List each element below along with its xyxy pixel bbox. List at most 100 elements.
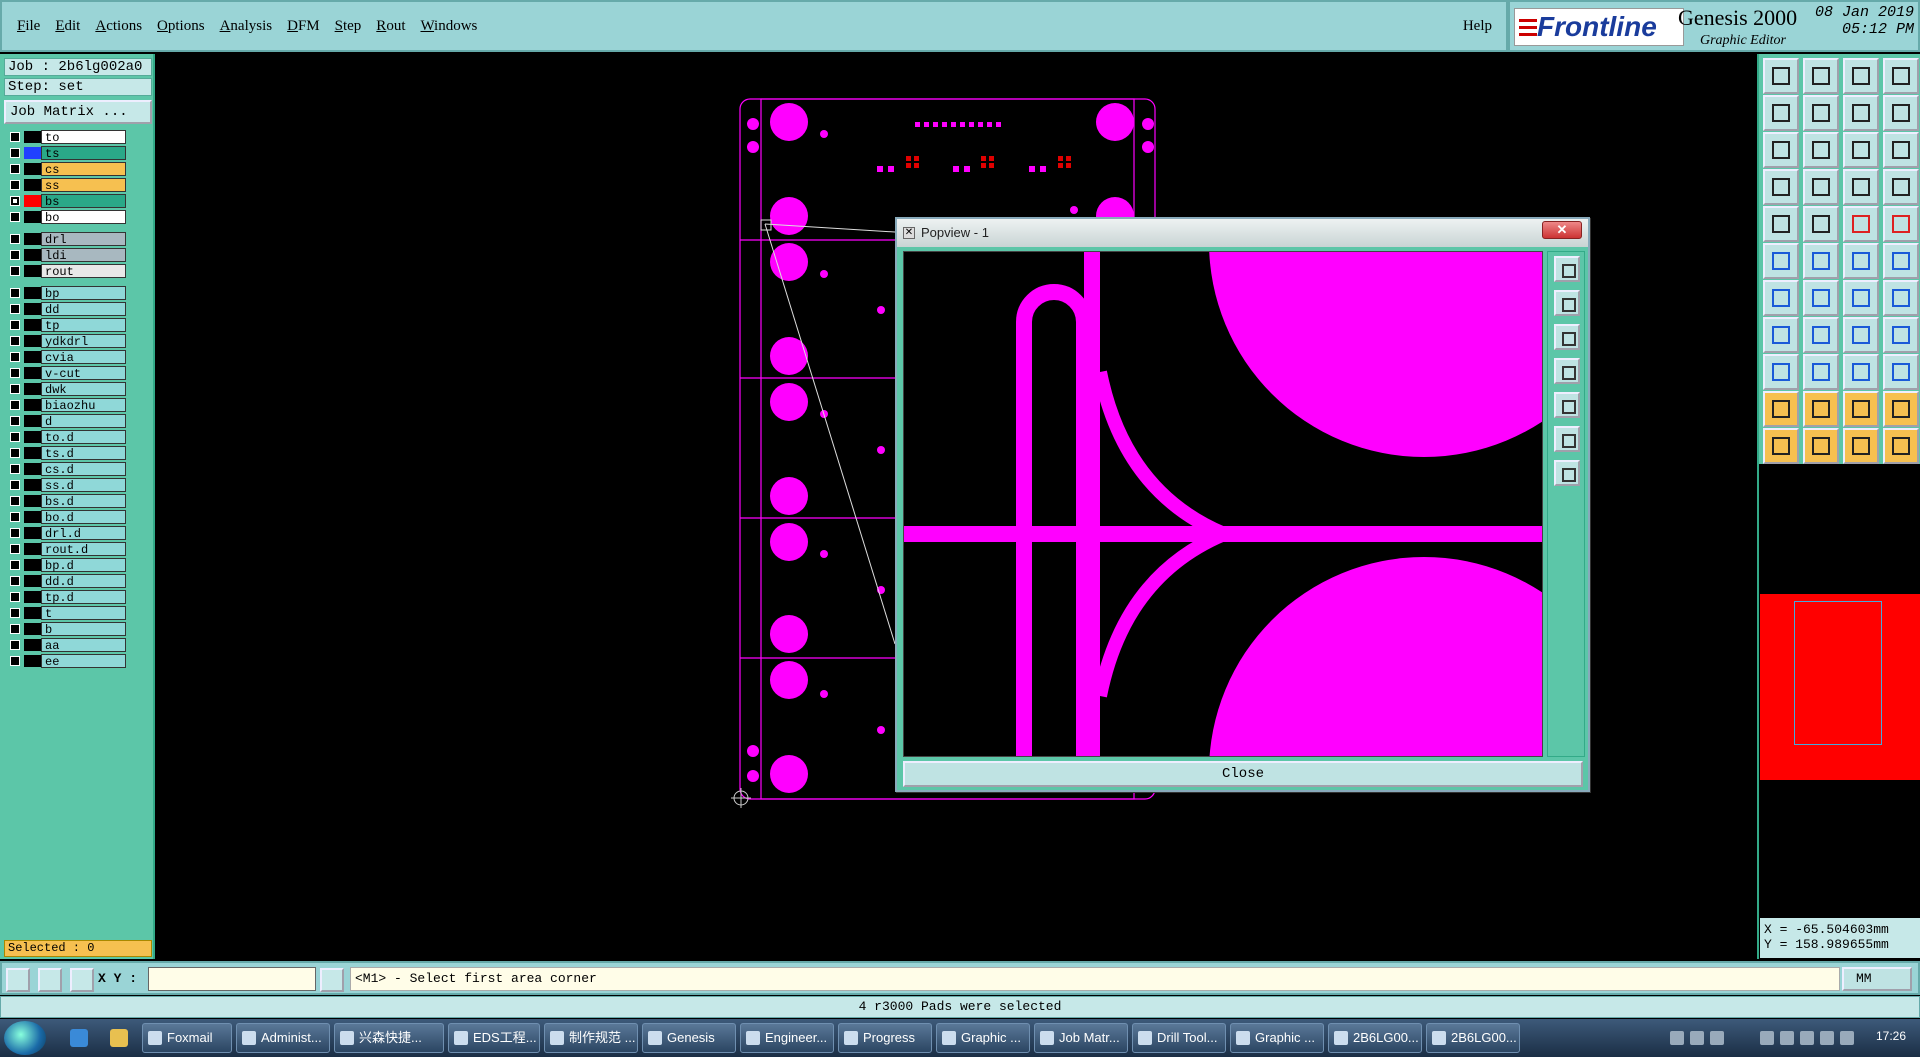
layer-row-bo[interactable]: bo bbox=[4, 210, 128, 225]
layer-row-drl[interactable]: drl bbox=[4, 232, 128, 247]
layer-checkbox[interactable] bbox=[10, 250, 20, 260]
tool-button[interactable] bbox=[1883, 243, 1919, 279]
tray-icon[interactable] bbox=[1820, 1031, 1834, 1045]
layer-name[interactable]: ydkdrl bbox=[41, 334, 126, 349]
measure-icon[interactable] bbox=[38, 968, 62, 992]
taskbar-item[interactable]: 制作规范 ... bbox=[544, 1023, 638, 1053]
layer-name[interactable]: t bbox=[41, 606, 126, 621]
layer-name[interactable]: biaozhu bbox=[41, 398, 126, 413]
layer-color-swatch[interactable] bbox=[24, 591, 41, 603]
layer-row-d[interactable]: d bbox=[4, 414, 128, 429]
menu-options[interactable]: Options bbox=[157, 18, 205, 35]
tool-button[interactable] bbox=[1883, 280, 1919, 316]
layer-row-to-d[interactable]: to.d bbox=[4, 430, 128, 445]
taskbar-item[interactable]: Genesis bbox=[642, 1023, 736, 1053]
close-icon[interactable]: ✕ bbox=[1542, 221, 1582, 239]
layer-color-swatch[interactable] bbox=[24, 431, 41, 443]
layer-row-ydkdrl[interactable]: ydkdrl bbox=[4, 334, 128, 349]
layer-color-swatch[interactable] bbox=[24, 655, 41, 667]
popview-canvas[interactable] bbox=[903, 251, 1543, 757]
tool-button[interactable] bbox=[1883, 132, 1919, 168]
layer-name[interactable]: ldi bbox=[41, 248, 126, 263]
layer-name[interactable]: ss bbox=[41, 178, 126, 193]
layer-name[interactable]: cs.d bbox=[41, 462, 126, 477]
layer-checkbox[interactable] bbox=[10, 304, 20, 314]
layer-color-swatch[interactable] bbox=[24, 303, 41, 315]
layer-color-swatch[interactable] bbox=[24, 265, 41, 277]
taskbar-item[interactable]: 2B6LG00... bbox=[1328, 1023, 1422, 1053]
layer-checkbox[interactable] bbox=[10, 320, 20, 330]
tool-button[interactable] bbox=[1803, 243, 1839, 279]
layer-name[interactable]: dd bbox=[41, 302, 126, 317]
popview-tool-button[interactable] bbox=[1554, 426, 1580, 452]
tool-button[interactable] bbox=[1883, 206, 1919, 242]
layer-checkbox[interactable] bbox=[10, 212, 20, 222]
layer-color-swatch[interactable] bbox=[24, 195, 41, 207]
layer-checkbox[interactable] bbox=[10, 288, 20, 298]
layer-color-swatch[interactable] bbox=[24, 607, 41, 619]
tool-button[interactable] bbox=[1763, 428, 1799, 464]
layer-name[interactable]: bp.d bbox=[41, 558, 126, 573]
layer-checkbox[interactable] bbox=[10, 164, 20, 174]
layer-color-swatch[interactable] bbox=[24, 233, 41, 245]
layer-row-ldi[interactable]: ldi bbox=[4, 248, 128, 263]
layer-name[interactable]: bs bbox=[41, 194, 126, 209]
xy-input[interactable] bbox=[148, 967, 316, 991]
layer-row-bs[interactable]: bs bbox=[4, 194, 128, 209]
tool-button[interactable] bbox=[1763, 95, 1799, 131]
tool-button[interactable] bbox=[1843, 428, 1879, 464]
menu-help[interactable]: Help bbox=[1463, 18, 1492, 35]
layer-color-swatch[interactable] bbox=[24, 163, 41, 175]
layer-name[interactable]: tp bbox=[41, 318, 126, 333]
layer-color-swatch[interactable] bbox=[24, 249, 41, 261]
layer-name[interactable]: bo.d bbox=[41, 510, 126, 525]
tray-icon[interactable] bbox=[1690, 1031, 1704, 1045]
tool-button[interactable] bbox=[1763, 391, 1799, 427]
tool-button[interactable] bbox=[1883, 354, 1919, 390]
layer-name[interactable]: tp.d bbox=[41, 590, 126, 605]
tool-button[interactable] bbox=[1763, 132, 1799, 168]
layer-name[interactable]: cvia bbox=[41, 350, 126, 365]
layer-checkbox[interactable] bbox=[10, 148, 20, 158]
layer-name[interactable]: aa bbox=[41, 638, 126, 653]
volume-icon[interactable] bbox=[1840, 1031, 1854, 1045]
tool-button[interactable] bbox=[1843, 206, 1879, 242]
tool-button[interactable] bbox=[1883, 95, 1919, 131]
taskbar-item[interactable]: Foxmail bbox=[142, 1023, 232, 1053]
taskbar-item[interactable]: 兴森快捷... bbox=[334, 1023, 444, 1053]
layer-checkbox[interactable] bbox=[10, 432, 20, 442]
layer-checkbox[interactable] bbox=[10, 266, 20, 276]
tool-button[interactable] bbox=[1883, 317, 1919, 353]
tool-button[interactable] bbox=[1843, 317, 1879, 353]
taskbar-item[interactable]: EDS工程... bbox=[448, 1023, 540, 1053]
layer-checkbox[interactable] bbox=[10, 512, 20, 522]
layer-row-ts-d[interactable]: ts.d bbox=[4, 446, 128, 461]
tool-button[interactable] bbox=[1803, 428, 1839, 464]
taskbar-item[interactable]: Job Matr... bbox=[1034, 1023, 1128, 1053]
layer-name[interactable]: d bbox=[41, 414, 126, 429]
ie-icon[interactable] bbox=[70, 1029, 88, 1047]
layer-color-swatch[interactable] bbox=[24, 463, 41, 475]
job-matrix-button[interactable]: Job Matrix ... bbox=[4, 100, 152, 124]
layer-color-swatch[interactable] bbox=[24, 131, 41, 143]
layer-row-rout-d[interactable]: rout.d bbox=[4, 542, 128, 557]
layer-name[interactable]: bo bbox=[41, 210, 126, 225]
layer-color-swatch[interactable] bbox=[24, 415, 41, 427]
layer-row-aa[interactable]: aa bbox=[4, 638, 128, 653]
layer-checkbox[interactable] bbox=[10, 656, 20, 666]
layer-color-swatch[interactable] bbox=[24, 179, 41, 191]
layer-checkbox[interactable] bbox=[10, 464, 20, 474]
tool-button[interactable] bbox=[1803, 95, 1839, 131]
layer-row-ee[interactable]: ee bbox=[4, 654, 128, 669]
tool-button[interactable] bbox=[1763, 280, 1799, 316]
menu-analysis[interactable]: Analysis bbox=[220, 18, 273, 35]
tool-button[interactable] bbox=[1843, 169, 1879, 205]
layer-row-ss-d[interactable]: ss.d bbox=[4, 478, 128, 493]
tray-icon[interactable] bbox=[1670, 1031, 1684, 1045]
layer-checkbox[interactable] bbox=[10, 384, 20, 394]
layer-checkbox[interactable] bbox=[10, 592, 20, 602]
close-button[interactable]: Close bbox=[903, 761, 1583, 787]
popview-titlebar[interactable]: ✕ Popview - 1 ✕ bbox=[897, 219, 1588, 247]
layer-name[interactable]: bp bbox=[41, 286, 126, 301]
info-icon[interactable] bbox=[320, 968, 344, 992]
